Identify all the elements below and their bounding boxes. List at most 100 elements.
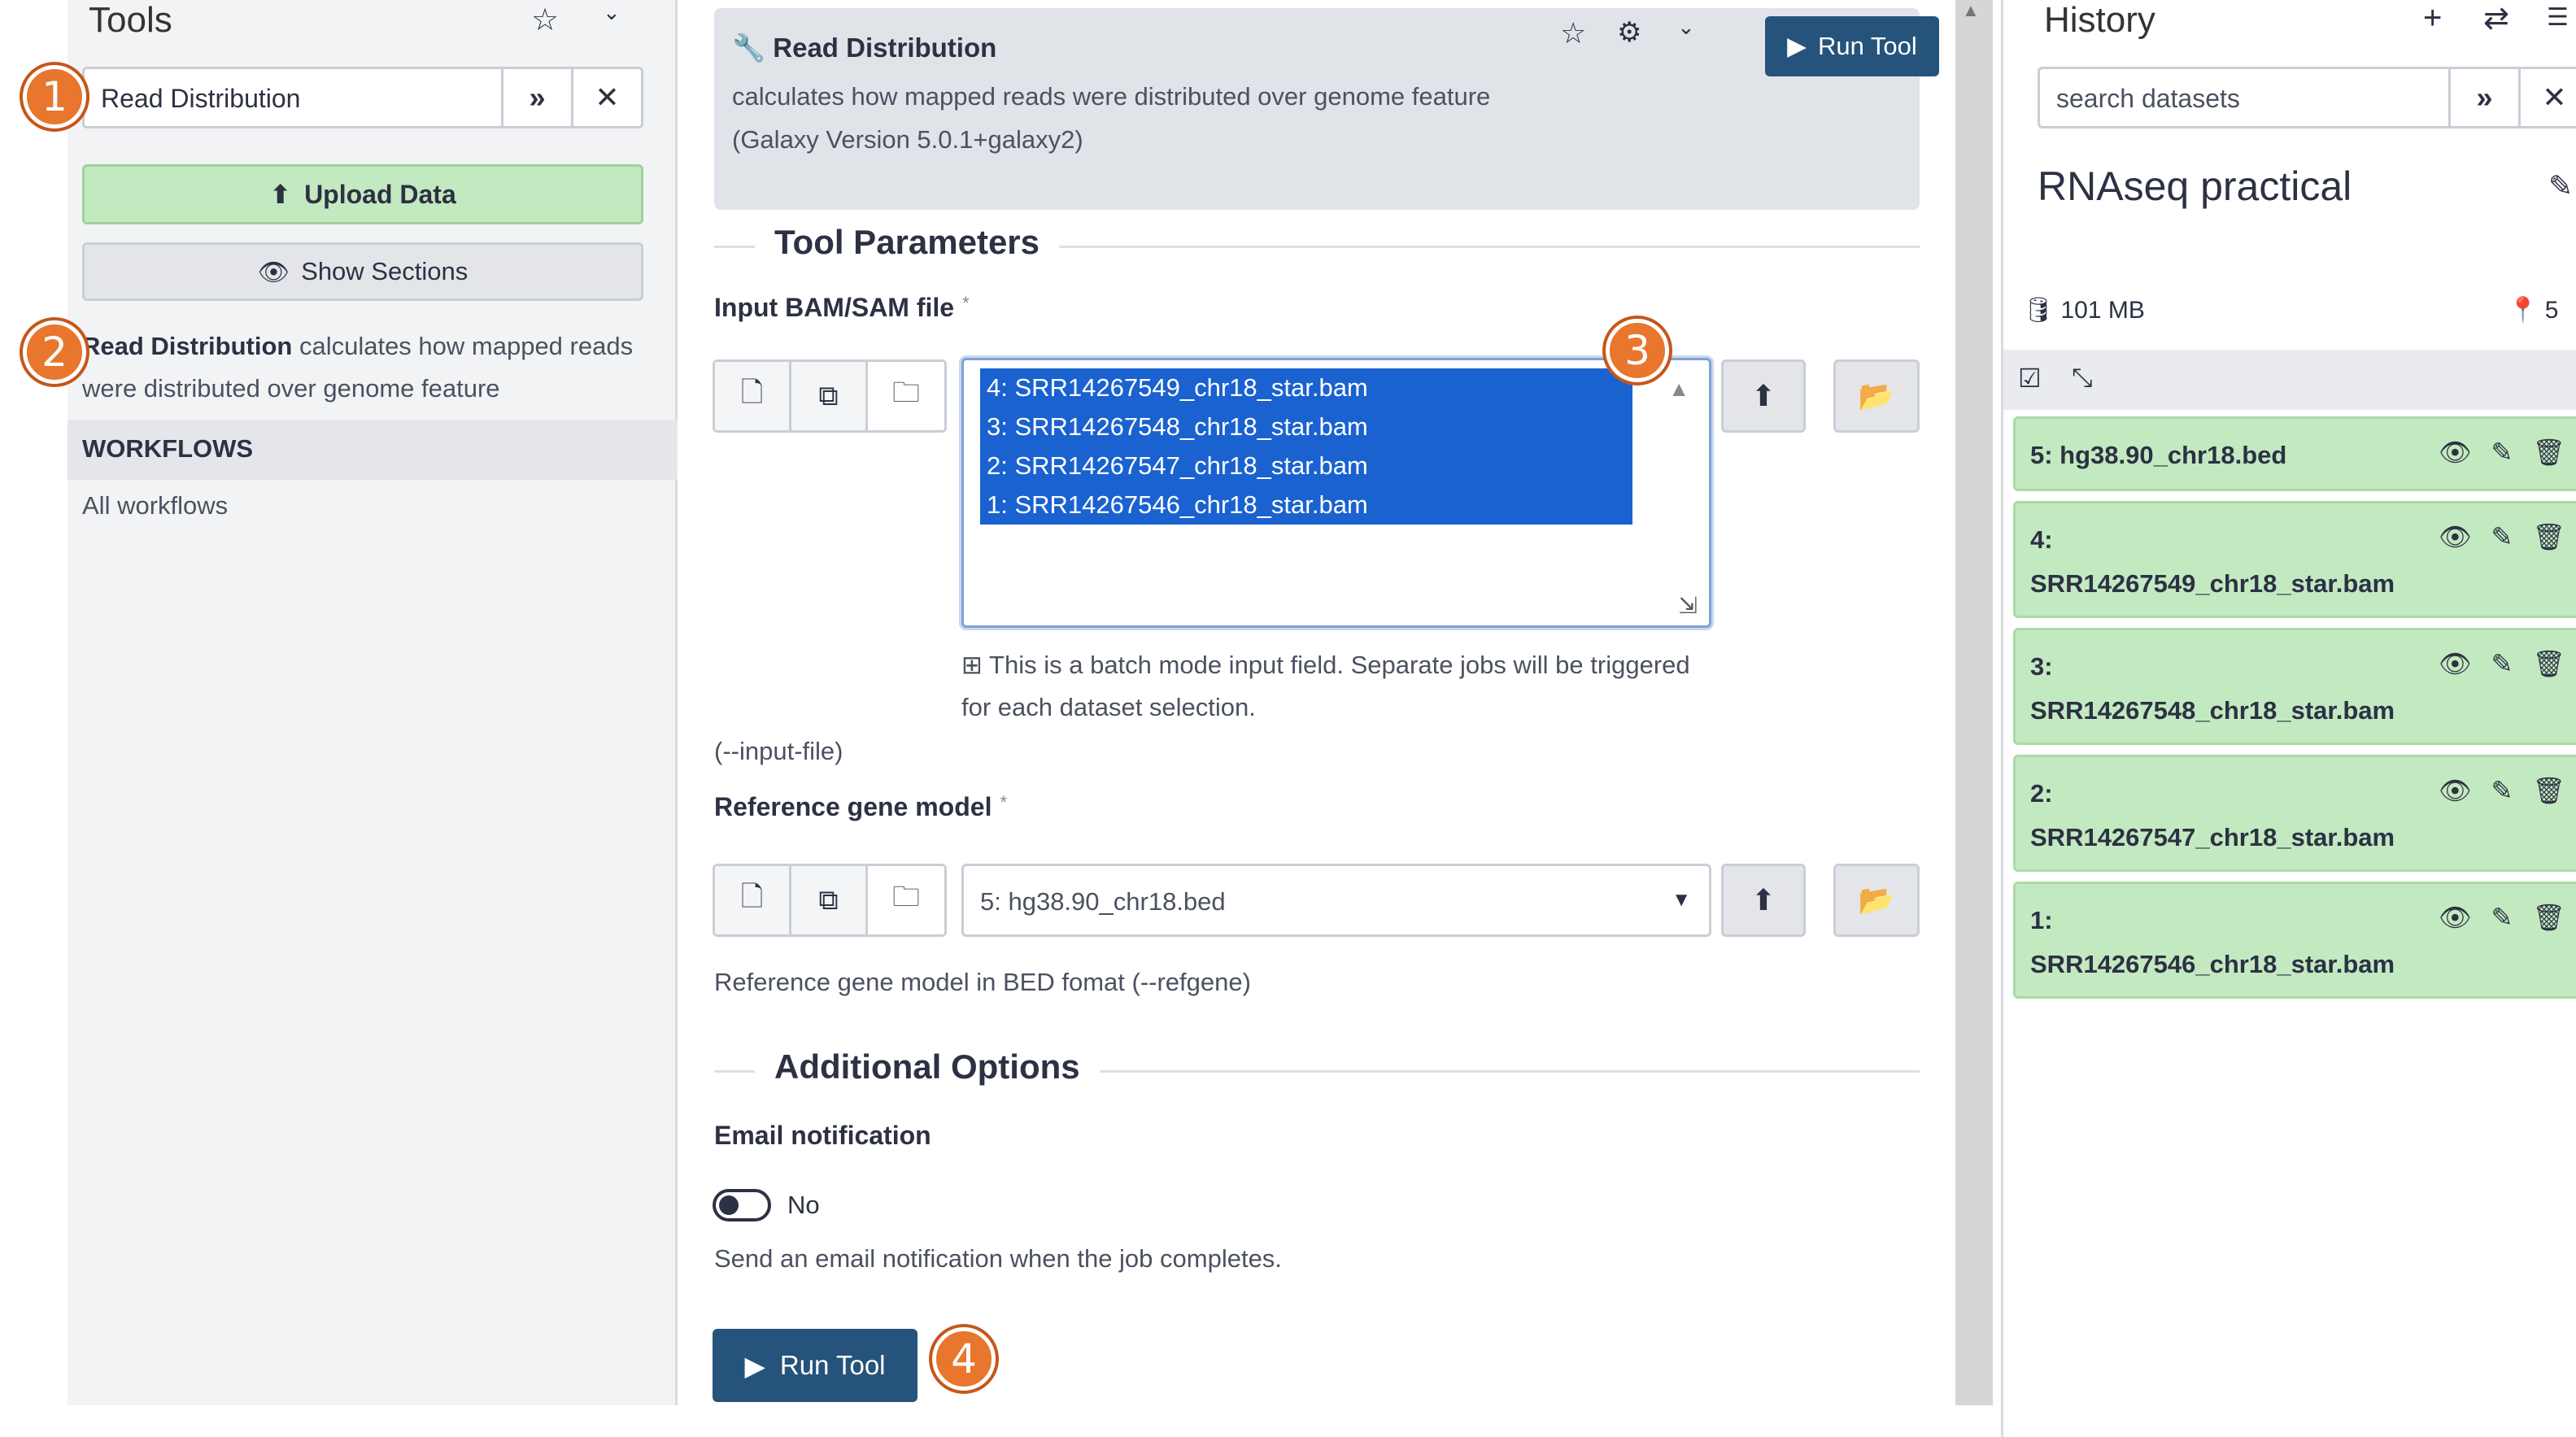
eye-icon[interactable]: 👁 [2439,437,2472,468]
multiple-datasets-icon[interactable]: ⧉ [791,866,868,934]
input-option[interactable]: 1: SRR14267546_chr18_star.bam [980,486,1632,525]
history-options-icon[interactable]: ☰ [2547,3,2569,32]
history-size-value: 101 MB [2060,297,2145,324]
dataset-title[interactable]: 3: SRR14267548_chr18_star.bam [2030,645,2421,733]
input-option[interactable]: 4: SRR14267549_chr18_star.bam [980,368,1632,407]
tool-search-result[interactable]: Read Distribution calculates how mapped … [82,325,643,410]
reference-help-text: Reference gene model in BED fomat (--ref… [714,968,1251,996]
eye-icon[interactable]: 👁 [2439,648,2472,679]
trash-icon[interactable]: 🗑 [2532,648,2565,679]
tool-search-value[interactable]: Read Distribution [85,69,501,126]
clear-search-icon[interactable]: ✕ [571,69,641,126]
switch-history-icon[interactable]: ⇄ [2483,0,2509,37]
pencil-icon[interactable]: ✎ [2491,648,2513,679]
input-bam-label-text: Input BAM/SAM file [714,293,955,322]
dataset-collection-icon[interactable]: 🗀 [868,362,944,430]
run-tool-top-button[interactable]: ▶ Run Tool [1765,16,1939,76]
trash-icon[interactable]: 🗑 [2532,775,2565,806]
dataset-title[interactable]: 4: SRR14267549_chr18_star.bam [2030,518,2421,606]
required-mark: * [1000,792,1008,812]
dataset-title[interactable]: 2: SRR14267547_chr18_star.bam [2030,772,2421,860]
upload-data-button[interactable]: ⬆ Upload Data [82,164,643,224]
tool-search-input[interactable]: Read Distribution » ✕ [82,67,643,128]
callout-3: 3 [1606,319,1669,382]
eye-icon[interactable]: 👁 [2439,775,2472,806]
browse-folder-icon[interactable]: 📂 [1833,864,1920,937]
batch-mode-note: ⊞ This is a batch mode input field. Sepa… [961,644,1710,729]
input-bam-label: Input BAM/SAM file * [714,293,970,323]
clear-search-icon[interactable]: ✕ [2518,69,2576,126]
reference-gene-model-select[interactable]: 5: hg38.90_chr18.bed ▼ [961,864,1711,937]
database-icon: 🛢 [2023,297,2055,324]
dataset-actions: 👁 ✎ 🗑 [2439,437,2565,468]
input-bam-multiselect[interactable]: 4: SRR14267549_chr18_star.bam 3: SRR1426… [961,358,1711,628]
email-notification-label: Email notification [714,1121,931,1150]
edit-pencil-icon[interactable]: ✎ [2548,169,2573,203]
reference-gene-model-label: Reference gene model * [714,792,1007,822]
search-datasets-placeholder: search datasets [2056,84,2240,113]
caret-down-icon[interactable]: ▼ [1672,889,1691,912]
trash-icon[interactable]: 🗑 [2532,902,2565,933]
history-dataset[interactable]: 5: hg38.90_chr18.bed 👁 ✎ 🗑 [2013,416,2576,491]
resize-handle-icon[interactable]: ⇲ [1679,592,1698,619]
history-toolbar: ☑ ⤡ [2003,350,2576,410]
history-dataset[interactable]: 4: SRR14267549_chr18_star.bam 👁 ✎ 🗑 [2013,501,2576,618]
dataset-title[interactable]: 5: hg38.90_chr18.bed [2030,433,2421,477]
history-size: 🛢 101 MB [2023,296,2145,324]
pencil-icon[interactable]: ✎ [2491,902,2513,933]
input-option[interactable]: 3: SRR14267548_chr18_star.bam [980,407,1632,446]
scroll-up-icon[interactable]: ▲ [1668,377,1689,402]
collapse-icon[interactable]: ⤡ [2072,363,2093,394]
email-notification-toggle[interactable] [713,1189,771,1221]
caret-down-icon[interactable]: ⌄ [1677,15,1695,40]
browse-folder-icon[interactable]: 📂 [1833,359,1920,433]
eye-icon[interactable]: 👁 [2439,521,2472,552]
pencil-icon[interactable]: ✎ [2491,775,2513,806]
multiple-datasets-icon[interactable]: ⧉ [791,362,868,430]
pencil-icon[interactable]: ✎ [2491,521,2513,552]
result-tool-name[interactable]: Read Distribution [82,332,292,360]
favorite-star-icon[interactable]: ☆ [1560,16,1586,50]
run-tool-button[interactable]: ▶ Run Tool [713,1329,918,1402]
select-all-checkbox-icon[interactable]: ☑ [2018,363,2042,394]
history-dataset[interactable]: 1: SRR14267546_chr18_star.bam 👁 ✎ 🗑 [2013,882,2576,999]
plus-icon[interactable]: + [2423,0,2442,37]
wrench-icon: 🔧 [732,33,766,63]
scroll-up-icon[interactable]: ▲ [1962,0,1980,21]
trash-icon[interactable]: 🗑 [2532,437,2565,468]
reference-type-buttons: 🗋 ⧉ 🗀 [713,864,947,937]
eye-icon[interactable]: 👁 [2439,902,2472,933]
history-dataset[interactable]: 3: SRR14267548_chr18_star.bam 👁 ✎ 🗑 [2013,628,2576,745]
dataset-collection-icon[interactable]: 🗀 [868,866,944,934]
reference-gene-model-text: Reference gene model [714,792,992,821]
input-type-buttons: 🗋 ⧉ 🗀 [713,359,947,433]
history-dataset[interactable]: 2: SRR14267547_chr18_star.bam 👁 ✎ 🗑 [2013,755,2576,872]
advanced-search-icon[interactable]: » [501,69,571,126]
star-icon[interactable]: ☆ [531,2,559,38]
required-mark: * [962,293,970,313]
advanced-search-icon[interactable]: » [2448,69,2518,126]
single-dataset-icon[interactable]: 🗋 [715,362,791,430]
upload-icon[interactable]: ⬆ [1721,359,1806,433]
center-scrollbar[interactable]: ▲ [1955,0,1993,1405]
all-workflows-link[interactable]: All workflows [82,491,228,520]
dataset-actions: 👁 ✎ 🗑 [2439,521,2565,552]
upload-icon[interactable]: ⬆ [1721,864,1806,937]
dataset-title[interactable]: 1: SRR14267546_chr18_star.bam [2030,899,2421,986]
search-datasets-input[interactable]: search datasets » ✕ [2038,67,2576,128]
tool-options-icon[interactable]: ⚙ [1617,16,1641,49]
play-icon: ▶ [744,1350,765,1381]
tool-version: (Galaxy Version 5.0.1+galaxy2) [732,125,1083,154]
caret-down-icon[interactable]: ⌄ [603,0,621,25]
trash-icon[interactable]: 🗑 [2532,521,2565,552]
tool-panel-title: Tools [89,0,172,40]
show-sections-button[interactable]: 👁 Show Sections [82,242,643,301]
map-marker-icon: 📍 [2508,297,2539,324]
upload-icon: ⬆ [269,180,292,209]
tool-name: Read Distribution [773,33,997,63]
input-option[interactable]: 2: SRR14267547_chr18_star.bam [980,446,1632,486]
single-dataset-icon[interactable]: 🗋 [715,866,791,934]
pencil-icon[interactable]: ✎ [2491,437,2513,468]
tool-title: 🔧 Read Distribution [732,33,996,64]
history-name[interactable]: RNAseq practical [2038,163,2352,210]
